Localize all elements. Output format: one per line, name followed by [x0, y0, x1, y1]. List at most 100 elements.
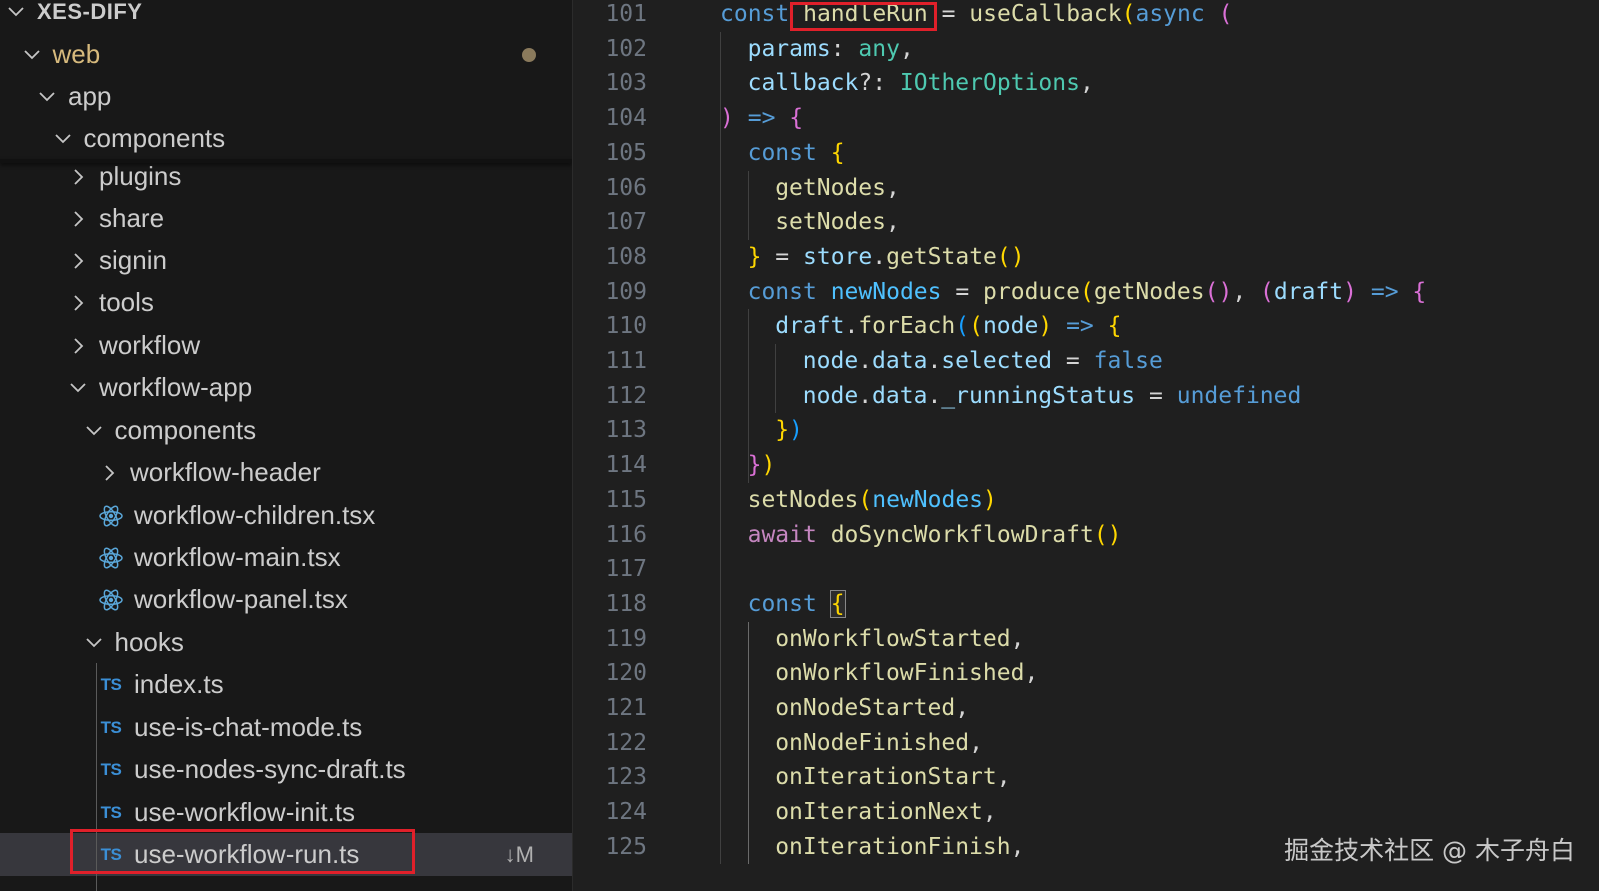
chevron-down-icon[interactable]	[52, 128, 74, 150]
line-number: 118	[605, 590, 647, 617]
tree-folder-share[interactable]: share	[0, 197, 572, 240]
code-line[interactable]: const handleRun = useCallback(async (	[720, 0, 1232, 32]
code-token: {	[1107, 313, 1122, 340]
tree-folder-tools[interactable]: tools	[0, 281, 572, 324]
code-editor[interactable]: 101 102 103 104 105 106 107 108 109 110 111 112 113 1…	[573, 0, 1599, 891]
code-line[interactable]: const newNodes = produce(getNodes(), (dr…	[748, 275, 1427, 310]
chevron-right-icon[interactable]	[67, 250, 89, 272]
chevron-down-icon[interactable]	[36, 86, 58, 108]
code-line[interactable]: draft.forEach((node) => {	[775, 309, 1121, 344]
react-file-icon	[98, 503, 124, 529]
chevron-down-icon[interactable]	[83, 420, 105, 442]
tree-file-workflow-children-tsx[interactable]: workflow-children.tsx	[0, 494, 572, 537]
code-line[interactable]: setNodes(newNodes)	[748, 483, 997, 518]
line-number: 104	[605, 105, 647, 132]
code-token: ,	[885, 174, 900, 201]
tree-folder-web[interactable]: web	[0, 33, 572, 76]
code-token: onNodeStarted	[775, 695, 956, 721]
code-line[interactable]: const {	[748, 136, 845, 171]
tree-folder-components[interactable]: components	[0, 409, 572, 452]
chevron-right-icon[interactable]	[67, 208, 89, 230]
code-line[interactable]: await doSyncWorkflowDraft()	[748, 518, 1122, 553]
code-token: (	[1121, 1, 1136, 27]
code-token: undefined	[1176, 382, 1302, 409]
code-token: =>	[1370, 278, 1399, 305]
line-number: 123	[605, 764, 647, 791]
tree-folder-workflow-header[interactable]: workflow-header	[0, 451, 572, 494]
code-line[interactable]: onIterationNext,	[775, 795, 997, 830]
code-line[interactable]: onWorkflowStarted,	[775, 622, 1024, 657]
chevron-down-icon[interactable]	[67, 377, 89, 399]
code-token: doSyncWorkflowDraft	[830, 521, 1094, 548]
code-line[interactable]: })	[748, 448, 776, 483]
code-line[interactable]: getNodes,	[775, 171, 900, 206]
code-line[interactable]: onNodeFinished,	[775, 726, 983, 761]
watermark: 掘金技术社区 @ 木子舟白	[1284, 836, 1575, 865]
tree-folder-signin[interactable]: signin	[0, 239, 572, 282]
tree-file-workflow-panel-tsx[interactable]: workflow-panel.tsx	[0, 578, 572, 621]
code-line[interactable]: const {	[748, 587, 846, 622]
tree-folder-hooks[interactable]: hooks	[0, 621, 572, 664]
tree-item-label: workflow-children.tsx	[134, 500, 376, 530]
chevron-right-icon[interactable]	[98, 462, 120, 484]
code-token: (	[858, 486, 873, 513]
code-token: =	[941, 278, 984, 305]
line-number: 105	[605, 139, 647, 166]
code-line[interactable]: node.data._runningStatus = undefined	[803, 379, 1302, 414]
line-number: 108	[605, 243, 647, 270]
code-token: ,	[1010, 625, 1025, 652]
line-number: 103	[605, 70, 647, 97]
code-line[interactable]: onIterationFinish,	[775, 830, 1024, 865]
tree-file-use-workflow-run-ts[interactable]: TS use-workflow-run.ts ↓M	[0, 833, 572, 876]
code-line[interactable]: onNodeStarted,	[775, 691, 969, 726]
chevron-down-icon[interactable]	[83, 632, 105, 654]
tree-folder-app[interactable]: app	[0, 75, 572, 118]
tree-file-workflow-main-tsx[interactable]: workflow-main.tsx	[0, 536, 572, 579]
code-token: store	[803, 243, 873, 270]
tree-file-index-ts[interactable]: TS index.ts	[0, 663, 572, 706]
code-area[interactable]: const handleRun = useCallback(async (par…	[720, 0, 1599, 891]
code-token: {	[789, 105, 804, 132]
tree-file-use-is-chat-mode-ts[interactable]: TS use-is-chat-mode.ts	[0, 706, 572, 749]
vscode-window: XES-DIFY web app components plugins share sign…	[0, 0, 1599, 891]
code-line[interactable]: onIterationStart,	[775, 760, 1010, 795]
code-token: const	[747, 278, 817, 305]
code-token: newNodes	[830, 278, 942, 305]
code-token: produce	[983, 278, 1080, 305]
chevron-right-icon[interactable]	[67, 292, 89, 314]
code-line[interactable]: callback?: IOtherOptions,	[748, 66, 1094, 101]
code-token: onNodeFinished	[775, 729, 970, 756]
tree-file-use-workflow-init-ts[interactable]: TS use-workflow-init.ts	[0, 791, 572, 834]
code-line[interactable]: ) => {	[720, 101, 803, 136]
tree-folder-components[interactable]: components	[0, 117, 572, 160]
code-token: ,	[899, 35, 914, 62]
code-token: await	[747, 521, 817, 548]
code-token: draft	[775, 313, 845, 340]
chevron-down-icon[interactable]	[5, 1, 27, 23]
code-line[interactable]: })	[775, 413, 803, 448]
explorer-root-folder[interactable]: XES-DIFY	[0, 0, 572, 33]
code-token: draft	[1273, 278, 1344, 305]
tree-folder-workflow-app[interactable]: workflow-app	[0, 366, 572, 409]
code-line[interactable]: params: any,	[748, 32, 914, 67]
chevron-right-icon[interactable]	[67, 335, 89, 357]
line-number: 102	[605, 35, 647, 62]
code-token: setNodes	[775, 209, 886, 236]
code-line[interactable]: node.data.selected = false	[803, 344, 1163, 379]
tree-folder-workflow[interactable]: workflow	[0, 324, 572, 367]
tree-item-label: workflow-main.tsx	[134, 542, 341, 572]
code-line[interactable]: setNodes,	[775, 205, 900, 240]
code-token: onWorkflowStarted	[775, 625, 1011, 652]
chevron-down-icon[interactable]	[21, 44, 43, 66]
chevron-right-icon[interactable]	[67, 166, 89, 188]
code-line[interactable]: } = store.getState()	[748, 240, 1025, 275]
code-token: )	[761, 452, 776, 479]
tree-file-use-nodes-sync-draft-ts[interactable]: TS use-nodes-sync-draft.ts	[0, 748, 572, 791]
code-line[interactable]: onWorkflowFinished,	[775, 656, 1038, 691]
typescript-file-icon: TS	[100, 674, 122, 694]
code-token: params	[747, 35, 831, 62]
line-number: 122	[605, 729, 647, 756]
